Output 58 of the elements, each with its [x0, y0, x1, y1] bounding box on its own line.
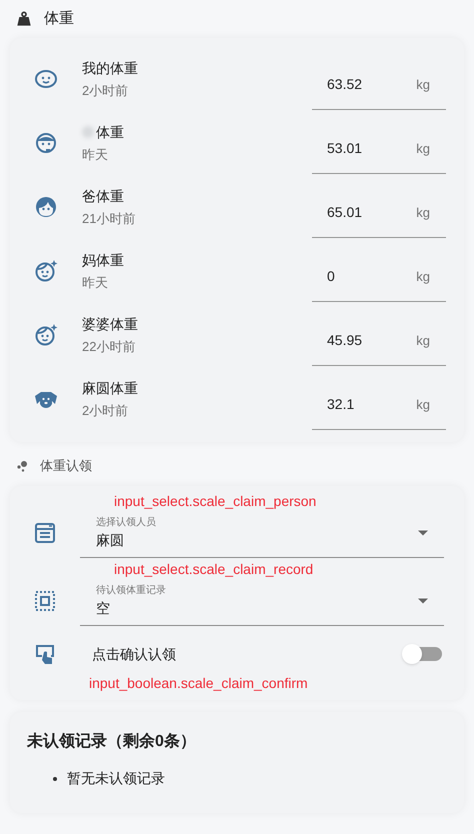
card-title: 未认领记录（剩余0条）	[27, 732, 197, 752]
section-title: 体重认领	[40, 457, 92, 476]
boy-face-icon	[34, 195, 58, 219]
weight-value: 53.01	[327, 139, 362, 158]
unit-label: kg	[416, 268, 430, 286]
selected-value: 麻圆	[96, 530, 125, 550]
section-title: 体重	[44, 8, 74, 29]
updated-time: 2小时前	[82, 82, 130, 100]
bullet-icon	[53, 776, 57, 780]
weight-input-field[interactable]: 65.01 kg	[312, 188, 446, 238]
unit-label: kg	[416, 140, 430, 158]
toggle-label: 点击确认认领	[91, 644, 177, 664]
weight-input-field[interactable]: 32.1 kg	[312, 380, 446, 430]
person-name: 体重	[96, 122, 124, 142]
field-label: 待认领体重记录	[96, 584, 167, 598]
face-headset-icon	[34, 131, 58, 155]
weight-input-field[interactable]: 45.95 kg	[312, 316, 446, 366]
dropdown-caret-icon	[418, 598, 428, 604]
weight-value: 32.1	[327, 395, 354, 414]
person-name: 麻圆体重	[82, 378, 138, 398]
unit-label: kg	[416, 76, 430, 94]
updated-time: 昨天	[82, 274, 109, 292]
face-sparkle-icon	[34, 259, 58, 283]
updated-time: 2小时前	[82, 402, 130, 420]
selection-icon	[33, 589, 57, 613]
select-dropdown[interactable]: 选择认领人员 麻圆	[80, 508, 444, 558]
unit-label: kg	[416, 396, 430, 414]
person-name: 妈体重	[82, 250, 124, 270]
select-dropdown[interactable]: 待认领体重记录 空	[80, 576, 444, 626]
list-item: 暂无未认领记录	[67, 769, 165, 788]
baby-face-icon	[34, 67, 58, 91]
blurred-mark	[82, 126, 94, 138]
weight-input-field[interactable]: 63.52 kg	[312, 60, 446, 110]
weight-value: 0	[327, 267, 335, 286]
field-label: 选择认领人员	[96, 516, 157, 530]
annotation-text: input_select.scale_claim_record	[114, 561, 314, 577]
unit-label: kg	[416, 332, 430, 350]
dropdown-caret-icon	[418, 530, 428, 536]
selected-value: 空	[96, 598, 111, 618]
weight-value: 63.52	[327, 75, 362, 94]
updated-time: 21小时前	[82, 210, 136, 228]
face-sparkle-icon	[34, 323, 58, 347]
weight-input-field[interactable]: 53.01 kg	[312, 124, 446, 174]
dots-icon	[16, 460, 28, 472]
person-name: 我的体重	[82, 58, 138, 78]
unit-label: kg	[416, 204, 430, 222]
person-name: 婆婆体重	[82, 314, 138, 334]
person-name: 爸体重	[82, 186, 124, 206]
updated-time: 昨天	[82, 146, 109, 164]
annotation-text: input_select.scale_claim_person	[114, 493, 316, 509]
touch-screen-icon	[33, 642, 57, 666]
form-icon	[33, 521, 57, 545]
weight-value: 65.01	[327, 203, 362, 222]
weight-kg-icon	[16, 11, 32, 27]
annotation-text: input_boolean.scale_claim_confirm	[89, 675, 308, 691]
updated-time: 22小时前	[82, 338, 136, 356]
weight-value: 45.95	[327, 331, 362, 350]
weight-input-field[interactable]: 0 kg	[312, 252, 446, 302]
